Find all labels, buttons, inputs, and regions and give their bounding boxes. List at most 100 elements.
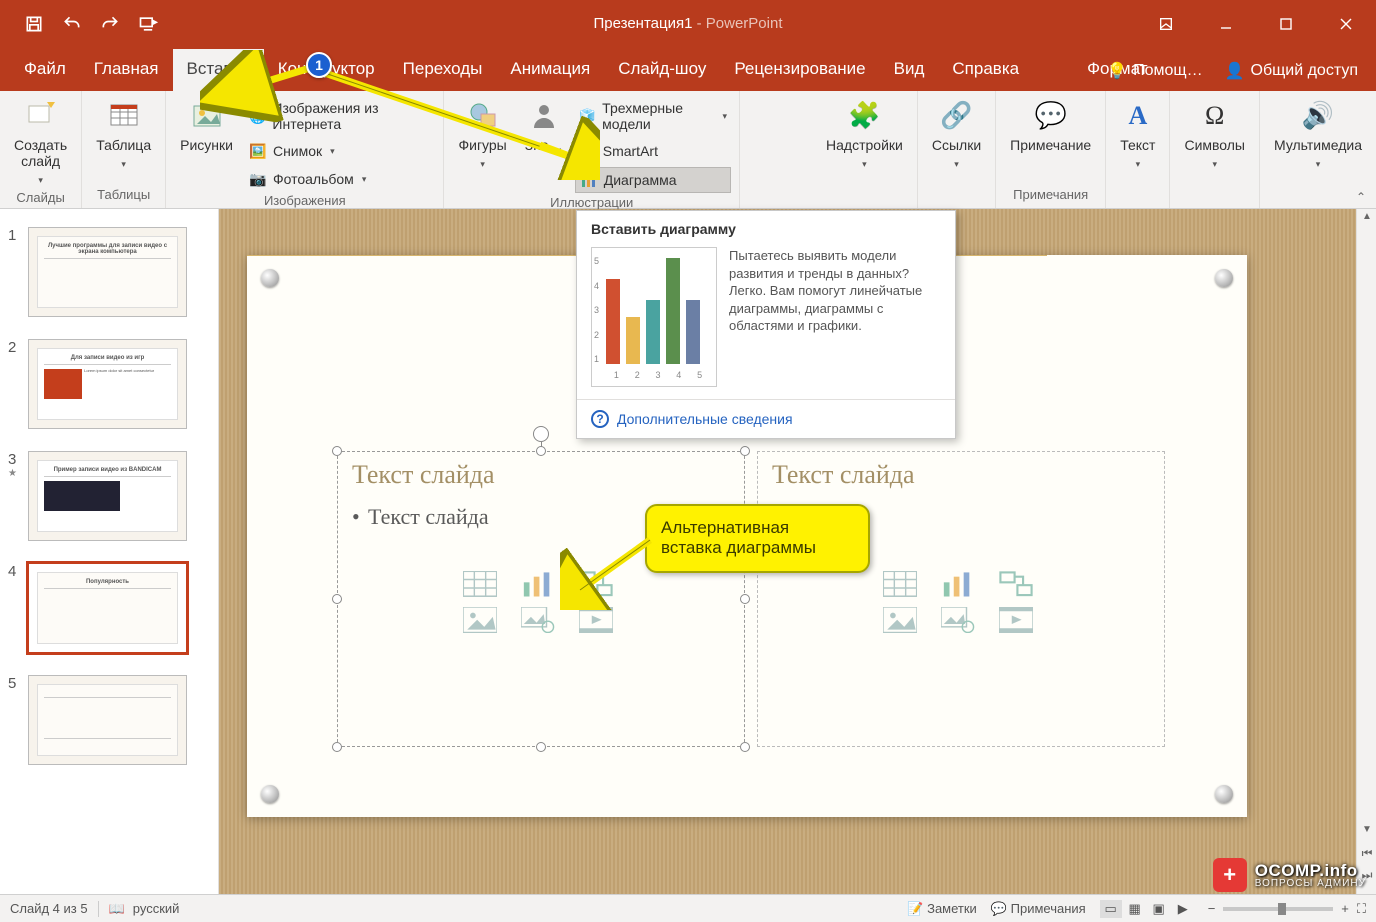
insert-online-picture-icon[interactable]	[521, 608, 555, 632]
redo-icon[interactable]	[100, 14, 120, 34]
screenshot-button[interactable]: 🖼️Снимок▾	[245, 139, 436, 163]
close-icon[interactable]	[1316, 0, 1376, 47]
new-slide-button[interactable]: Создать слайд▾	[8, 97, 73, 188]
chart-button[interactable]: Диаграмма	[575, 167, 731, 193]
tooltip-sample-chart: 12345 12345	[591, 247, 717, 387]
watermark-badge-icon: +	[1213, 858, 1247, 892]
thumbnail-5[interactable]: 5	[0, 669, 218, 781]
thumbnail-1[interactable]: 1Лучшие программы для записи видео с экр…	[0, 221, 218, 333]
share-button[interactable]: 👤Общий доступ	[1217, 57, 1366, 85]
insert-smartart-icon[interactable]	[579, 572, 613, 596]
resize-handle[interactable]	[332, 594, 342, 604]
rivet-decoration	[1215, 269, 1233, 287]
placeholder-title[interactable]: Текст слайда	[338, 452, 744, 498]
content-placeholder-right[interactable]: Текст слайда x слайда	[757, 451, 1165, 747]
resize-handle[interactable]	[740, 594, 750, 604]
chevron-down-icon: ▾	[121, 159, 126, 169]
tab-review[interactable]: Рецензирование	[720, 49, 879, 91]
symbols-button[interactable]: ΩСимволы▾	[1178, 97, 1251, 171]
resize-handle[interactable]	[536, 446, 546, 456]
cube-icon: 🧊	[579, 107, 596, 125]
resize-handle[interactable]	[332, 446, 342, 456]
thumbnail-2[interactable]: 2Для записи видео из игрLorem ipsum dolo…	[0, 333, 218, 445]
sorter-view-icon[interactable]: ▦	[1124, 900, 1146, 918]
new-slide-icon	[24, 99, 58, 133]
tab-home[interactable]: Главная	[80, 49, 173, 91]
maximize-icon[interactable]	[1256, 0, 1316, 47]
tab-transitions[interactable]: Переходы	[389, 49, 497, 91]
insert-table-icon[interactable]	[463, 572, 497, 596]
language-label[interactable]: русский	[133, 901, 180, 916]
reading-view-icon[interactable]: ▣	[1148, 900, 1170, 918]
table-button[interactable]: Таблица▾	[90, 97, 157, 171]
thumbnail-4[interactable]: 4Популярность	[0, 557, 218, 669]
insert-picture-icon[interactable]	[883, 608, 917, 632]
text-button[interactable]: AТекст▾	[1114, 97, 1161, 171]
globe-icon: 🌐	[249, 107, 266, 125]
help-icon: ?	[591, 410, 609, 428]
media-button[interactable]: 🔊Мультимедиа▾	[1268, 97, 1368, 171]
smartart-icon: 🔗	[579, 142, 597, 160]
tab-insert[interactable]: Вставка	[173, 49, 264, 91]
resize-handle[interactable]	[740, 742, 750, 752]
zoom-slider[interactable]	[1223, 907, 1333, 911]
zoom-out-button[interactable]: −	[1208, 901, 1216, 916]
slide-thumbnails[interactable]: 1Лучшие программы для записи видео с экр…	[0, 209, 219, 894]
icons-button[interactable]: Зна…	[519, 97, 569, 155]
title-bar: Презентация1 - PowerPoint	[0, 0, 1376, 47]
save-icon[interactable]	[24, 14, 44, 34]
minimize-icon[interactable]	[1196, 0, 1256, 47]
textbox-icon: A	[1121, 99, 1155, 133]
zoom-control[interactable]: − + ⛶	[1208, 901, 1366, 917]
undo-icon[interactable]	[62, 14, 82, 34]
tab-help[interactable]: Справка	[938, 49, 1033, 91]
tooltip-more-link[interactable]: ? Дополнительные сведения	[577, 399, 955, 438]
zoom-in-button[interactable]: +	[1341, 901, 1349, 916]
fit-to-window-icon[interactable]: ⛶	[1357, 901, 1366, 917]
insert-chart-icon[interactable]	[521, 572, 555, 596]
collapse-ribbon-icon[interactable]: ⌃	[1350, 188, 1372, 206]
thumbnail-3[interactable]: 3★Пример записи видео из BANDICAM	[0, 445, 218, 557]
addins-button[interactable]: 🧩Надстройки▾	[820, 97, 909, 171]
scroll-up-icon[interactable]: ▲	[1359, 211, 1375, 227]
tab-animations[interactable]: Анимация	[496, 49, 604, 91]
new-comment-button[interactable]: 💬Примечание	[1004, 97, 1097, 155]
links-button[interactable]: 🔗Ссылки▾	[926, 97, 987, 171]
insert-online-picture-icon[interactable]	[941, 608, 975, 632]
insert-chart-icon[interactable]	[941, 572, 975, 596]
content-placeholder-left[interactable]: Текст слайда Текст слайда	[337, 451, 745, 747]
tab-file[interactable]: Файл	[10, 49, 80, 91]
vertical-scrollbar[interactable]: ▲ ▼ ⏮ ⏭	[1356, 209, 1376, 894]
notes-button[interactable]: 📝 Заметки	[907, 901, 977, 917]
3d-models-button[interactable]: 🧊Трехмерные модели▾	[575, 97, 731, 135]
photo-album-button[interactable]: 📷Фотоальбом▾	[245, 167, 436, 191]
resize-handle[interactable]	[332, 742, 342, 752]
insert-table-icon[interactable]	[883, 572, 917, 596]
person-shape-icon	[527, 99, 561, 133]
chevron-down-icon: ▾	[862, 159, 867, 169]
insert-picture-icon[interactable]	[463, 608, 497, 632]
tooltip-title: Вставить диаграмму	[577, 211, 955, 243]
insert-video-icon[interactable]	[579, 608, 613, 632]
rotate-handle[interactable]	[533, 426, 549, 442]
resize-handle[interactable]	[536, 742, 546, 752]
insert-video-icon[interactable]	[999, 608, 1033, 632]
pictures-button[interactable]: Рисунки	[174, 97, 239, 155]
scroll-down-icon[interactable]: ▼	[1359, 824, 1375, 840]
tell-me-button[interactable]: 💡Помощ…	[1099, 57, 1210, 85]
normal-view-icon[interactable]: ▭	[1100, 900, 1122, 918]
tab-slideshow[interactable]: Слайд-шоу	[604, 49, 720, 91]
insert-smartart-icon[interactable]	[999, 572, 1033, 596]
chart-tooltip: Вставить диаграмму 12345 12345 Пытаетесь…	[576, 210, 956, 439]
placeholder-title[interactable]: Текст слайда	[758, 452, 1164, 498]
ribbon-options-icon[interactable]	[1136, 0, 1196, 47]
slideshow-view-icon[interactable]: ▶	[1172, 900, 1194, 918]
online-pictures-button[interactable]: 🌐Изображения из Интернета	[245, 97, 436, 135]
tab-view[interactable]: Вид	[880, 49, 939, 91]
comments-button[interactable]: 💬 Примечания	[991, 901, 1086, 917]
spellcheck-icon[interactable]: 📖	[109, 901, 125, 917]
resize-handle[interactable]	[740, 446, 750, 456]
smartart-button[interactable]: 🔗SmartArt	[575, 139, 731, 163]
shapes-button[interactable]: Фигуры▾	[452, 97, 512, 171]
start-from-beginning-icon[interactable]	[138, 14, 158, 34]
